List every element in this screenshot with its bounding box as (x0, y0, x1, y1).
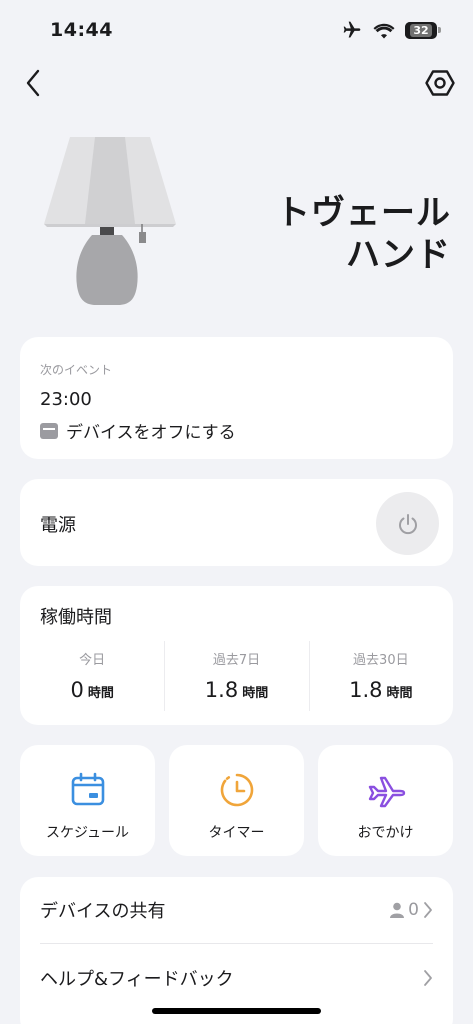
next-event-action: デバイスをオフにする (40, 418, 236, 443)
device-name-line1: トヴェール (276, 193, 451, 233)
schedule-label: スケジュール (45, 825, 130, 841)
stat-unit: 時間 (242, 686, 269, 701)
sharing-count: 0 (408, 900, 419, 920)
stat-today: 今日 0 時間 (20, 641, 164, 713)
stat-label: 過去30日 (353, 653, 409, 668)
status-bar: 14:44 32 (0, 0, 473, 60)
power-label: 電源 (40, 515, 76, 536)
next-event-action-text: デバイスをオフにする (66, 423, 236, 443)
calendar-icon (40, 422, 58, 439)
wifi-icon (373, 23, 395, 38)
timer-label: タイマー (208, 825, 265, 841)
hexagon-gear-icon (425, 70, 455, 96)
chevron-right-icon (424, 902, 432, 918)
battery-indicator: 32 (405, 21, 441, 39)
device-sharing-label: デバイスの共有 (40, 901, 166, 922)
device-name-line2: ハンド (346, 235, 451, 275)
calendar-icon (68, 770, 108, 810)
runtime-card[interactable]: 稼働時間 今日 0 時間 過去7日 1.8 時間 過去30日 1.8 時間 (20, 586, 453, 725)
home-indicator[interactable] (152, 1008, 321, 1014)
power-button[interactable] (376, 492, 439, 555)
timer-button[interactable]: タイマー (169, 745, 304, 856)
next-event-card[interactable]: 次のイベント 23:00 デバイスをオフにする (20, 337, 453, 459)
away-mode-button[interactable]: おでかけ (318, 745, 453, 856)
stat-unit: 時間 (386, 686, 413, 701)
back-button[interactable] (18, 66, 48, 100)
away-mode-label: おでかけ (357, 825, 414, 841)
stat-value: 1.8 (349, 678, 383, 702)
stat-label: 今日 (79, 653, 106, 668)
schedule-button[interactable]: スケジュール (20, 745, 155, 856)
battery-level: 32 (410, 23, 432, 37)
next-event-label: 次のイベント (40, 363, 113, 377)
runtime-stats: 今日 0 時間 過去7日 1.8 時間 過去30日 1.8 時間 (20, 641, 453, 713)
stat-30days: 過去30日 1.8 時間 (308, 641, 453, 713)
settings-button[interactable] (423, 66, 457, 100)
stat-label: 過去7日 (212, 653, 261, 668)
settings-list-card: デバイスの共有 0 ヘルプ&フィードバック (20, 877, 453, 1024)
device-sharing-row[interactable]: デバイスの共有 0 (40, 877, 433, 944)
power-icon (398, 513, 417, 534)
status-time: 14:44 (50, 19, 113, 41)
next-event-time: 23:00 (40, 389, 92, 410)
lamp-illustration (44, 137, 176, 305)
airplane-icon (366, 770, 406, 810)
stat-7days: 過去7日 1.8 時間 (164, 641, 308, 713)
device-name: トヴェール ハンド (276, 192, 451, 276)
stat-unit: 時間 (87, 686, 114, 701)
stat-value: 1.8 (204, 678, 239, 702)
chevron-left-icon (26, 69, 40, 97)
status-icons: 32 (341, 20, 441, 40)
timer-icon (217, 770, 257, 810)
power-card: 電源 (20, 479, 453, 566)
airplane-mode-icon (343, 21, 361, 38)
help-feedback-row[interactable]: ヘルプ&フィードバック (40, 944, 433, 1011)
stat-value: 0 (70, 678, 84, 702)
chevron-right-icon (424, 969, 432, 986)
person-icon (390, 902, 405, 918)
runtime-title: 稼働時間 (40, 607, 112, 628)
help-feedback-label: ヘルプ&フィードバック (40, 968, 234, 990)
